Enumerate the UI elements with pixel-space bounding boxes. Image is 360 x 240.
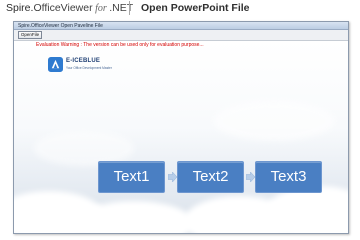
brand-part-spire: Spire. (6, 2, 34, 14)
window-title: Spire.OfficeViewer Open Paveline File (18, 23, 103, 29)
brand-part-for: for (92, 3, 110, 14)
process-box-2: Text2 (177, 161, 244, 193)
evaluation-warning: Evaluation Warning : The version can be … (36, 42, 204, 48)
brand-logo: Spire.OfficeViewer for .NET (6, 2, 133, 15)
toolbar: OpenFile (14, 30, 348, 41)
window-titlebar[interactable]: Spire.OfficeViewer Open Paveline File (14, 22, 348, 30)
open-file-button[interactable]: OpenFile (18, 31, 42, 39)
arrow-right-icon (168, 172, 177, 182)
process-box-1: Text1 (98, 161, 165, 193)
arrow-right-icon (246, 172, 255, 182)
process-box-3: Text3 (255, 161, 322, 193)
logo-tagline: Your Office Development Master (66, 66, 112, 70)
page-title: Open PowerPoint File (141, 2, 250, 14)
brand-part-officeviewer: OfficeViewer (33, 2, 93, 14)
cloud-shape (264, 186, 348, 233)
logo-name: E-ICEBLUE (66, 58, 101, 64)
header-divider (129, 1, 130, 15)
slide-viewer: Evaluation Warning : The version can be … (14, 41, 348, 233)
app-window: Spire.OfficeViewer Open Paveline File Op… (13, 21, 349, 234)
eiceblue-logo-icon (48, 57, 63, 72)
page-header: Spire.OfficeViewer for .NET Open PowerPo… (0, 0, 360, 18)
cloud-shape (214, 101, 334, 141)
